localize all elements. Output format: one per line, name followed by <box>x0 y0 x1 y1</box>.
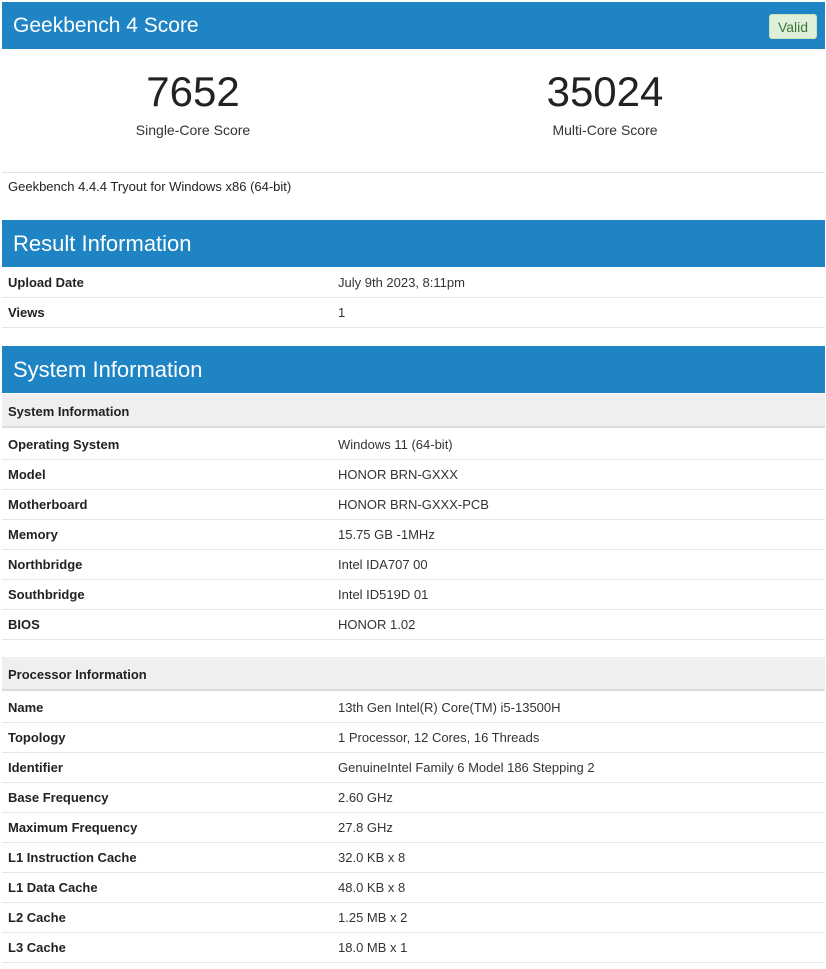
row-value: 1 <box>338 305 346 320</box>
table-row: Identifier GenuineIntel Family 6 Model 18… <box>2 753 825 783</box>
row-value: 18.0 MB x 1 <box>338 940 408 955</box>
table-row: BIOS HONOR 1.02 <box>2 610 825 640</box>
table-row: L3 Cache 18.0 MB x 1 <box>2 933 825 963</box>
row-key: Operating System <box>8 437 120 452</box>
version-line: Geekbench 4.4.4 Tryout for Windows x86 (… <box>8 179 292 194</box>
row-value: Windows 11 (64-bit) <box>338 437 453 452</box>
row-key: L3 Cache <box>8 940 66 955</box>
table-row: Base Frequency 2.60 GHz <box>2 783 825 813</box>
table-row: L1 Instruction Cache 32.0 KB x 8 <box>2 843 825 873</box>
row-key: L2 Cache <box>8 910 66 925</box>
single-core-label: Single-Core Score <box>135 122 251 138</box>
processor-information-subheader: Processor Information <box>2 657 825 691</box>
table-row: Southbridge Intel ID519D 01 <box>2 580 825 610</box>
single-core-value: 7652 <box>146 68 240 115</box>
table-row: Maximum Frequency 27.8 GHz <box>2 813 825 843</box>
divider <box>2 172 825 173</box>
table-row: Upload Date July 9th 2023, 8:11pm <box>2 268 825 298</box>
row-value: HONOR 1.02 <box>338 617 416 632</box>
row-value: 1 Processor, 12 Cores, 16 Threads <box>338 730 540 745</box>
row-value: 13th Gen Intel(R) Core(TM) i5-13500H <box>338 700 561 715</box>
row-key: Identifier <box>8 760 63 775</box>
table-row: L1 Data Cache 48.0 KB x 8 <box>2 873 825 903</box>
system-information-subheader: System Information <box>2 394 825 428</box>
table-row: Name 13th Gen Intel(R) Core(TM) i5-13500H <box>2 693 825 723</box>
row-value: 2.60 GHz <box>338 790 393 805</box>
table-row: Northbridge Intel IDA707 00 <box>2 550 825 580</box>
multi-core-label: Multi-Core Score <box>552 122 658 138</box>
system-information-title: System Information <box>13 357 203 382</box>
row-key: L1 Instruction Cache <box>8 850 137 865</box>
row-value: 32.0 KB x 8 <box>338 850 406 865</box>
row-key: Southbridge <box>8 587 85 602</box>
row-value: July 9th 2023, 8:11pm <box>338 275 465 290</box>
processor-subheader-label: Processor Information <box>8 667 147 682</box>
row-key: Base Frequency <box>8 790 109 805</box>
table-row: Views 1 <box>2 298 825 328</box>
row-value: 48.0 KB x 8 <box>338 880 406 895</box>
score-header-bar: Geekbench 4 Score Valid <box>2 2 825 49</box>
row-value: 15.75 GB -1MHz <box>338 527 435 542</box>
table-row: Model HONOR BRN-GXXX <box>2 460 825 490</box>
row-key: Motherboard <box>8 497 88 512</box>
result-information-title: Result Information <box>13 231 192 256</box>
row-key: Model <box>8 467 46 482</box>
system-information-header: System Information <box>2 346 825 393</box>
score-header-title: Geekbench 4 Score <box>13 14 199 37</box>
row-key: Memory <box>8 527 58 542</box>
single-core-score: 7652 Single-Core Score <box>33 68 353 138</box>
table-row: Memory 15.75 GB -1MHz <box>2 520 825 550</box>
table-row: Topology 1 Processor, 12 Cores, 16 Thread… <box>2 723 825 753</box>
row-key: L1 Data Cache <box>8 880 98 895</box>
row-key: Views <box>8 305 45 320</box>
table-row: Operating System Windows 11 (64-bit) <box>2 430 825 460</box>
row-key: Name <box>8 700 44 715</box>
row-key: Northbridge <box>8 557 83 572</box>
table-row: Motherboard HONOR BRN-GXXX-PCB <box>2 490 825 520</box>
multi-core-score: 35024 Multi-Core Score <box>445 68 765 138</box>
table-row: L2 Cache 1.25 MB x 2 <box>2 903 825 933</box>
row-value: GenuineIntel Family 6 Model 186 Stepping… <box>338 760 595 775</box>
row-key: Topology <box>8 730 66 745</box>
row-value: HONOR BRN-GXXX <box>338 467 458 482</box>
row-value: Intel IDA707 00 <box>338 557 428 572</box>
multi-core-value: 35024 <box>546 68 664 115</box>
valid-badge: Valid <box>769 14 817 39</box>
row-key: Maximum Frequency <box>8 820 138 835</box>
row-key: Upload Date <box>8 275 84 290</box>
row-value: Intel ID519D 01 <box>338 587 429 602</box>
system-subheader-label: System Information <box>8 404 130 419</box>
row-value: 1.25 MB x 2 <box>338 910 408 925</box>
result-information-header: Result Information <box>2 220 825 267</box>
row-value: HONOR BRN-GXXX-PCB <box>338 497 489 512</box>
row-value: 27.8 GHz <box>338 820 393 835</box>
row-key: BIOS <box>8 617 40 632</box>
